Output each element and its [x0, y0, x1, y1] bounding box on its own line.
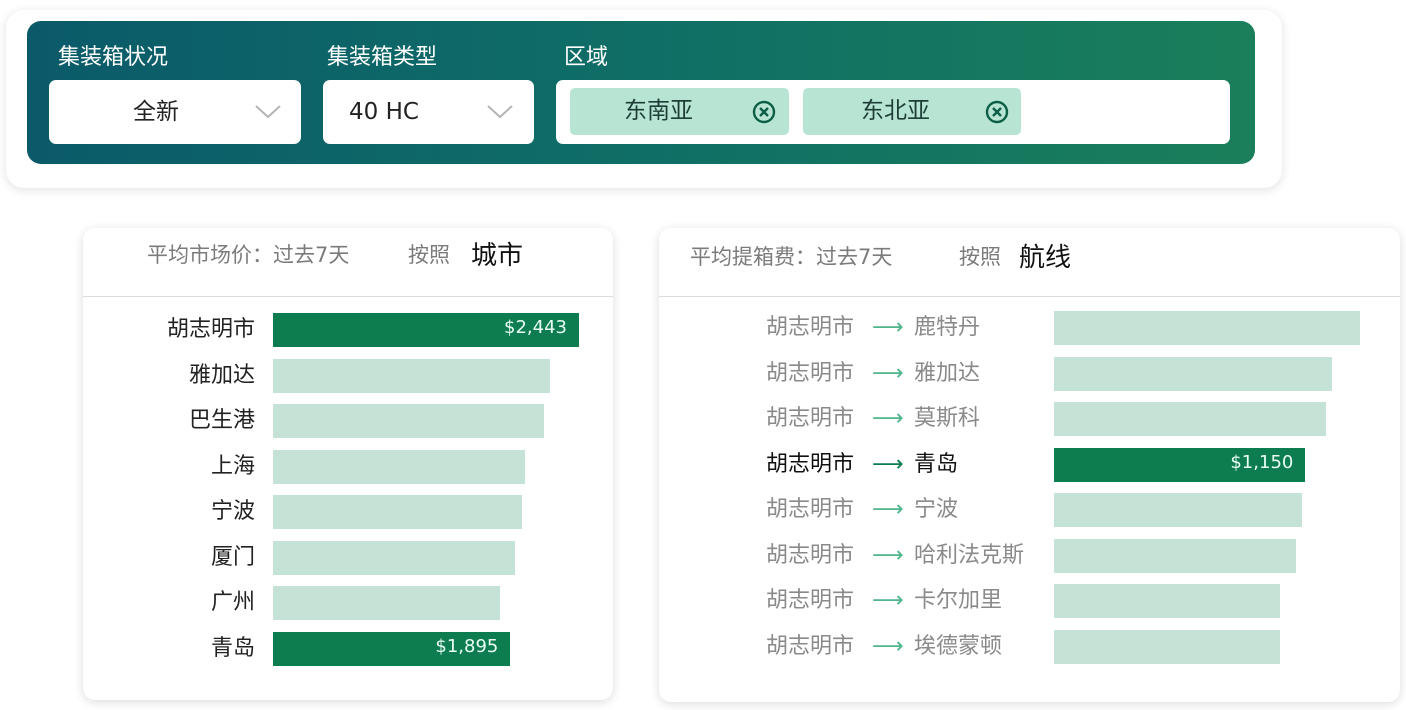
city-label: 青岛 — [210, 635, 255, 661]
city-card-by-label: 按照 — [408, 243, 450, 267]
city-bar[interactable] — [273, 358, 550, 393]
route-origin: 胡志明市 — [765, 360, 854, 386]
city-label: 广州 — [210, 590, 255, 615]
route-bar[interactable] — [1054, 356, 1332, 391]
container-status-select[interactable]: 全新 — [49, 80, 301, 144]
route-bar[interactable] — [1054, 584, 1281, 618]
route-origin: 胡志明市 — [765, 497, 854, 522]
route-destination: 宁波 — [914, 497, 959, 522]
route-origin: 胡志明市 — [765, 633, 854, 659]
route-card-header: 平均提箱费：过去7天 按照 航线 — [659, 228, 1400, 296]
city-bar[interactable] — [273, 449, 525, 484]
filter-bar: 集装箱状况 全新 集装箱类型 40 HC 区域 东南亚 东北亚 — [27, 21, 1255, 164]
region-chip-northeast-asia: 东北亚 — [803, 88, 1021, 135]
remove-circle-icon[interactable] — [985, 100, 1009, 124]
container-status-value: 全新 — [133, 99, 179, 125]
divider — [659, 296, 1400, 297]
city-bar[interactable] — [273, 404, 545, 438]
arrow-right-icon: ⟶ — [872, 360, 904, 386]
arrow-right-icon: ⟶ — [872, 406, 904, 431]
city-card-title: 平均市场价：过去7天 — [147, 243, 350, 267]
container-type-value: 40 HC — [349, 99, 419, 125]
city-bar[interactable] — [273, 586, 500, 620]
route-fee-card: 平均提箱费：过去7天 按照 航线 胡志明市 ⟶ 鹿特丹 胡志明市 ⟶ 雅加达 胡志明市 ⟶ 莫斯… — [659, 228, 1400, 702]
bar-value-label: $1,895 — [435, 635, 499, 657]
city-card-group[interactable]: 城市 — [471, 235, 523, 272]
route-bar[interactable] — [1054, 402, 1327, 436]
route-destination: 鹿特丹 — [914, 315, 981, 340]
route-card-title: 平均提箱费：过去7天 — [690, 245, 893, 269]
container-type-label: 集装箱类型 — [327, 45, 438, 70]
route-origin: 胡志明市 — [765, 315, 854, 340]
route-origin: 胡志明市 — [765, 588, 854, 613]
city-label: 宁波 — [210, 499, 255, 524]
city-label: 上海 — [210, 453, 255, 479]
route-bar[interactable] — [1054, 493, 1303, 527]
divider — [83, 296, 613, 297]
city-bar[interactable] — [273, 495, 522, 529]
route-destination: 卡尔加里 — [914, 588, 1003, 613]
region-chip-label: 东北亚 — [861, 98, 930, 124]
container-type-select[interactable]: 40 HC — [323, 80, 534, 144]
region-chip-label: 东南亚 — [624, 98, 693, 124]
route-bar[interactable] — [1054, 311, 1360, 345]
route-destination: 莫斯科 — [914, 406, 981, 431]
route-origin: 胡志明市 — [765, 451, 854, 477]
route-bar[interactable]: $1,150 — [1054, 447, 1306, 482]
city-label: 雅加达 — [188, 362, 255, 388]
route-origin: 胡志明市 — [765, 542, 854, 568]
arrow-right-icon: ⟶ — [872, 497, 904, 522]
route-origin: 胡志明市 — [765, 406, 854, 431]
route-card-group[interactable]: 航线 — [1019, 237, 1071, 274]
route-destination: 埃德蒙顿 — [914, 633, 1003, 659]
container-status-label: 集装箱状况 — [58, 45, 169, 70]
route-destination: 哈利法克斯 — [914, 542, 1025, 568]
bar-value-label: $2,443 — [504, 317, 567, 338]
region-multiselect[interactable]: 东南亚 东北亚 — [556, 80, 1230, 144]
route-destination: 雅加达 — [914, 360, 981, 386]
bar-value-label: $1,150 — [1230, 451, 1294, 473]
arrow-right-icon: ⟶ — [872, 451, 904, 477]
city-bar[interactable]: $1,895 — [273, 631, 511, 666]
city-label: 胡志明市 — [166, 317, 255, 342]
arrow-right-icon: ⟶ — [872, 315, 904, 340]
route-bar[interactable] — [1054, 538, 1296, 573]
arrow-right-icon: ⟶ — [872, 588, 904, 613]
city-price-card: 平均市场价：过去7天 按照 城市 胡志明市 $2,443 雅加达巴生港上海宁波厦门广… — [83, 228, 613, 700]
chevron-down-icon — [255, 105, 281, 119]
route-bar[interactable] — [1054, 629, 1281, 664]
region-chip-southeast-asia: 东南亚 — [570, 88, 789, 135]
arrow-right-icon: ⟶ — [872, 633, 904, 659]
route-card-by-label: 按照 — [959, 245, 1001, 269]
city-label: 厦门 — [210, 544, 255, 570]
remove-circle-icon[interactable] — [752, 100, 776, 124]
city-card-header: 平均市场价：过去7天 按照 城市 — [83, 228, 613, 296]
arrow-right-icon: ⟶ — [872, 542, 904, 568]
region-label: 区域 — [564, 45, 609, 70]
city-bar[interactable] — [273, 540, 516, 575]
city-bar[interactable]: $2,443 — [273, 313, 579, 347]
chevron-down-icon — [487, 105, 513, 119]
city-label: 巴生港 — [188, 408, 255, 433]
route-destination: 青岛 — [914, 451, 959, 477]
